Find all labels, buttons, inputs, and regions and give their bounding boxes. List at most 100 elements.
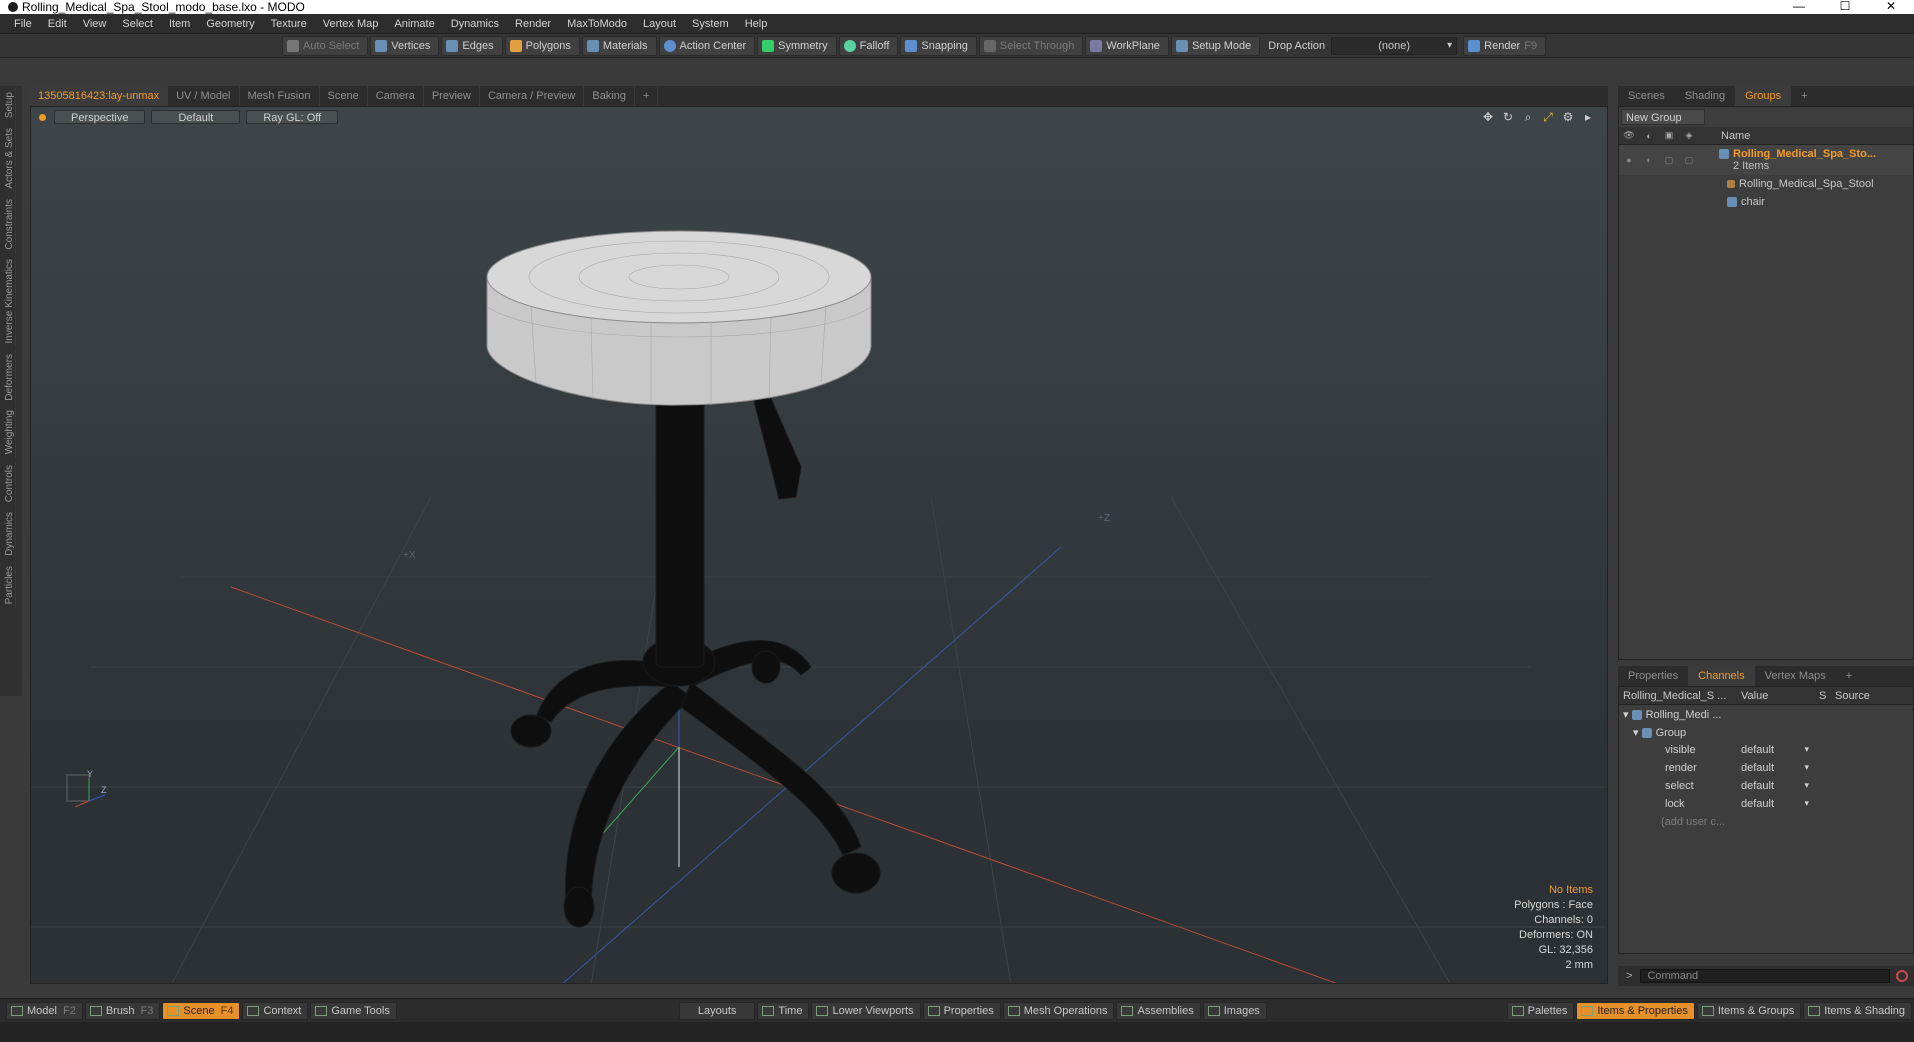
viewport-tab[interactable]: Scene xyxy=(320,86,368,106)
raygl-button[interactable]: Ray GL: Off xyxy=(246,110,339,124)
shading-style-button[interactable]: Default xyxy=(151,110,241,124)
left-tab-weighting[interactable]: Weighting xyxy=(4,406,16,459)
left-tab-deformers[interactable]: Deformers xyxy=(4,349,16,405)
images-button[interactable]: Images xyxy=(1202,1001,1267,1020)
maximize-button[interactable]: ☐ xyxy=(1822,0,1868,14)
viewport-tab[interactable]: Camera xyxy=(368,86,424,106)
auto-select-button[interactable]: Auto Select xyxy=(282,35,369,56)
left-tab-setup[interactable]: Setup xyxy=(4,88,16,123)
left-tab-controls[interactable]: Controls xyxy=(4,460,16,507)
group-child-row[interactable]: Rolling_Medical_Spa_Stool xyxy=(1619,175,1913,193)
setup-mode-button[interactable]: Setup Mode xyxy=(1170,35,1261,56)
viewport-expand-icon[interactable]: ▸ xyxy=(1581,110,1595,124)
menu-item[interactable]: Item xyxy=(161,14,198,34)
items-properties-button[interactable]: Items & Properties xyxy=(1576,1001,1695,1020)
tab-add[interactable]: + xyxy=(1836,666,1862,686)
fit-icon[interactable]: ⤢ xyxy=(1541,110,1555,124)
viewport-tab[interactable]: Preview xyxy=(424,86,480,106)
group-child-row[interactable]: chair xyxy=(1619,193,1913,211)
menu-geometry[interactable]: Geometry xyxy=(198,14,262,34)
viewport-settings-icon[interactable]: ⚙ xyxy=(1561,110,1575,124)
menu-animate[interactable]: Animate xyxy=(386,14,442,34)
snapping-button[interactable]: Snapping xyxy=(900,35,977,56)
items-shading-button[interactable]: Items & Shading xyxy=(1803,1001,1912,1020)
group-row[interactable]: ● ◐ ▢ ▢ Rolling_Medical_Spa_Sto... 2 Ite… xyxy=(1619,145,1913,175)
channel-row[interactable]: render default ▾ xyxy=(1619,759,1913,777)
layout-scene-button[interactable]: Scene F4 xyxy=(162,1001,241,1020)
channel-row[interactable]: select default ▾ xyxy=(1619,777,1913,795)
viewport-options-dot-icon[interactable] xyxy=(39,113,46,121)
rotate-icon[interactable]: ↻ xyxy=(1501,110,1515,124)
layout-brush-button[interactable]: Brush F3 xyxy=(84,1001,161,1020)
tab-[interactable]: + xyxy=(1791,86,1817,106)
left-tab-dynamics[interactable]: Dynamics xyxy=(4,508,16,560)
layout-model-button[interactable]: Model F2 xyxy=(6,1001,83,1020)
chevron-down-icon[interactable]: ▾ xyxy=(1804,744,1809,755)
channels-root-row[interactable]: ▾ Rolling_Medi ... xyxy=(1619,705,1913,723)
select-through-button[interactable]: Select Through xyxy=(978,35,1084,56)
layout-context-button[interactable]: Context xyxy=(242,1001,309,1020)
layout-game-tools-button[interactable]: Game Tools xyxy=(310,1001,397,1020)
polygons-button[interactable]: Polygons xyxy=(504,35,580,56)
expand-arrow-icon[interactable]: ▾ xyxy=(1623,709,1632,721)
render-col-icon[interactable]: ◐ xyxy=(1639,131,1659,141)
menu-maxtomodo[interactable]: MaxToModo xyxy=(559,14,635,34)
assemblies-button[interactable]: Assemblies xyxy=(1116,1001,1201,1020)
menu-edit[interactable]: Edit xyxy=(40,14,75,34)
menu-view[interactable]: View xyxy=(75,14,115,34)
close-button[interactable]: ✕ xyxy=(1868,0,1914,14)
tab-properties[interactable]: Properties xyxy=(1618,666,1688,686)
vertices-button[interactable]: Vertices xyxy=(370,35,440,56)
left-tab-particles[interactable]: Particles xyxy=(4,561,16,609)
menu-help[interactable]: Help xyxy=(737,14,776,34)
lower-viewports-button[interactable]: Lower Viewports xyxy=(811,1001,921,1020)
new-group-button[interactable]: New Group xyxy=(1621,109,1705,125)
left-tab-inverse-kinematics[interactable]: Inverse Kinematics xyxy=(4,255,16,348)
drop-action-select[interactable]: (none) xyxy=(1331,36,1458,55)
menu-render[interactable]: Render xyxy=(507,14,559,34)
zoom-icon[interactable]: ⌕ xyxy=(1521,110,1535,124)
viewport-tab[interactable]: 13505816423:lay-unmax xyxy=(30,86,169,106)
channel-value-select[interactable]: default ▾ xyxy=(1737,798,1815,810)
layouts-button[interactable]: Layouts xyxy=(678,1001,756,1020)
3d-viewport[interactable]: +X +Z Y Z Perspective Default Ray GL: Of… xyxy=(30,106,1608,984)
tab-shading[interactable]: Shading xyxy=(1675,86,1735,106)
left-tab-actors-sets[interactable]: Actors & Sets xyxy=(4,124,16,193)
view-type-button[interactable]: Perspective xyxy=(54,110,146,124)
viewport-tab[interactable]: Baking xyxy=(584,86,636,106)
workplane-button[interactable]: WorkPlane xyxy=(1085,35,1169,56)
palettes-button[interactable]: Palettes xyxy=(1506,1001,1575,1020)
menu-file[interactable]: File xyxy=(6,14,40,34)
group-render-toggle-icon[interactable]: ◐ xyxy=(1639,155,1659,165)
chevron-down-icon[interactable]: ▾ xyxy=(1804,798,1809,809)
materials-button[interactable]: Materials xyxy=(581,35,657,56)
channel-row[interactable]: visible default ▾ xyxy=(1619,741,1913,759)
menu-vertex-map[interactable]: Vertex Map xyxy=(315,14,387,34)
lock-col-icon[interactable]: ▣ xyxy=(1659,130,1679,141)
minimize-button[interactable]: — xyxy=(1776,0,1822,14)
tab-vertexmaps[interactable]: Vertex Maps xyxy=(1755,666,1836,686)
command-input[interactable]: Command xyxy=(1640,969,1891,983)
menu-layout[interactable]: Layout xyxy=(635,14,684,34)
menu-system[interactable]: System xyxy=(684,14,737,34)
channel-value-select[interactable]: default ▾ xyxy=(1737,744,1815,756)
expand-arrow-icon[interactable]: ▾ xyxy=(1633,727,1642,739)
pan-icon[interactable]: ✥ xyxy=(1481,110,1495,124)
chevron-down-icon[interactable]: ▾ xyxy=(1804,762,1809,773)
mesh-operations-button[interactable]: Mesh Operations xyxy=(1002,1001,1115,1020)
channel-value-select[interactable]: default ▾ xyxy=(1737,780,1815,792)
action-center-button[interactable]: Action Center xyxy=(658,35,756,56)
time-button[interactable]: Time xyxy=(757,1001,810,1020)
group-select-toggle-icon[interactable]: ▢ xyxy=(1679,155,1699,166)
tab-channels[interactable]: Channels xyxy=(1688,666,1755,686)
viewport-tab[interactable]: Mesh Fusion xyxy=(240,86,320,106)
chevron-down-icon[interactable]: ▾ xyxy=(1804,780,1809,791)
edges-button[interactable]: Edges xyxy=(441,35,503,56)
add-user-channel-row[interactable]: (add user c... xyxy=(1619,813,1913,831)
select-col-icon[interactable]: ◈ xyxy=(1679,130,1699,141)
viewport-tab[interactable]: UV / Model xyxy=(168,86,240,106)
menu-texture[interactable]: Texture xyxy=(263,14,315,34)
menu-dynamics[interactable]: Dynamics xyxy=(443,14,507,34)
symmetry-button[interactable]: Symmetry xyxy=(757,35,837,56)
viewport-tab[interactable]: + xyxy=(635,86,659,106)
